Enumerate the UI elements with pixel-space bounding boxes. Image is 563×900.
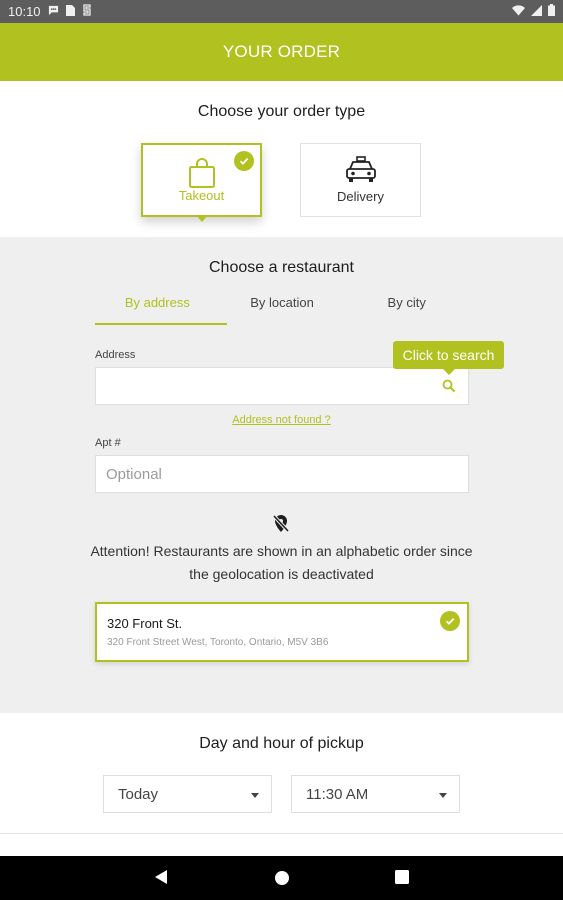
location-off-icon: [272, 514, 290, 539]
wifi-icon: [512, 4, 525, 19]
chevron-down-icon: [439, 793, 447, 798]
restaurant-section: Choose a restaurant By address By locati…: [0, 237, 563, 713]
battery-icon: [548, 4, 555, 19]
restaurant-address: 320 Front Street West, Toronto, Ontario,…: [107, 637, 329, 648]
taxi-icon: [345, 156, 377, 189]
order-type-section: Choose your order type Takeout Delivery: [0, 81, 563, 237]
delivery-label: Delivery: [337, 189, 384, 204]
takeout-option[interactable]: Takeout: [141, 143, 262, 222]
tab-by-location[interactable]: By location: [220, 295, 345, 325]
time-select[interactable]: 11:30 AM: [291, 775, 460, 813]
app-header: YOUR ORDER: [0, 23, 563, 81]
search-mode-tabs: By address By location By city: [95, 295, 469, 325]
apt-label: Apt #: [95, 437, 121, 449]
address-label: Address: [95, 349, 136, 361]
active-tab-underline: [95, 323, 227, 325]
restaurant-card[interactable]: 320 Front St. 320 Front Street West, Tor…: [95, 602, 469, 662]
day-select[interactable]: Today: [103, 775, 272, 813]
sim-card-icon: [65, 4, 75, 19]
pickup-title: Day and hour of pickup: [199, 735, 364, 752]
sync-icon: [82, 4, 92, 19]
chevron-down-icon: [251, 793, 259, 798]
order-type-title: Choose your order type: [197, 103, 366, 120]
delivery-option[interactable]: Delivery: [300, 143, 421, 217]
recents-icon[interactable]: [395, 870, 409, 889]
address-input[interactable]: [95, 367, 469, 405]
geolocation-notice: Attention! Restaurants are shown in an a…: [90, 543, 473, 582]
status-time: 10:10: [8, 4, 41, 19]
selected-indicator: [197, 216, 207, 222]
pickup-section: Day and hour of pickup Today 11:30 AM: [0, 713, 563, 856]
search-icon[interactable]: [442, 379, 456, 397]
divider: [0, 833, 563, 834]
home-icon[interactable]: [274, 870, 290, 891]
system-nav-bar: [0, 856, 563, 900]
search-tooltip[interactable]: Click to search: [393, 341, 504, 375]
restaurant-name: 320 Front St.: [107, 616, 183, 631]
chat-bubble-icon: [48, 4, 59, 19]
shopping-bag-icon: [187, 157, 217, 192]
signal-icon: [531, 4, 542, 19]
tab-by-address[interactable]: By address: [95, 295, 220, 325]
day-value: Today: [118, 785, 159, 803]
restaurant-title: Choose a restaurant: [209, 259, 354, 276]
takeout-check-icon: [234, 151, 254, 171]
apt-placeholder: Optional: [106, 465, 162, 483]
status-bar: 10:10: [0, 0, 563, 23]
back-icon[interactable]: [153, 868, 169, 891]
tab-by-city[interactable]: By city: [344, 295, 469, 325]
apt-input[interactable]: Optional: [95, 455, 469, 493]
time-value: 11:30 AM: [306, 785, 369, 803]
restaurant-check-icon: [440, 611, 460, 631]
address-not-found-link[interactable]: Address not found ?: [0, 414, 563, 426]
page-title: YOUR ORDER: [222, 42, 341, 61]
